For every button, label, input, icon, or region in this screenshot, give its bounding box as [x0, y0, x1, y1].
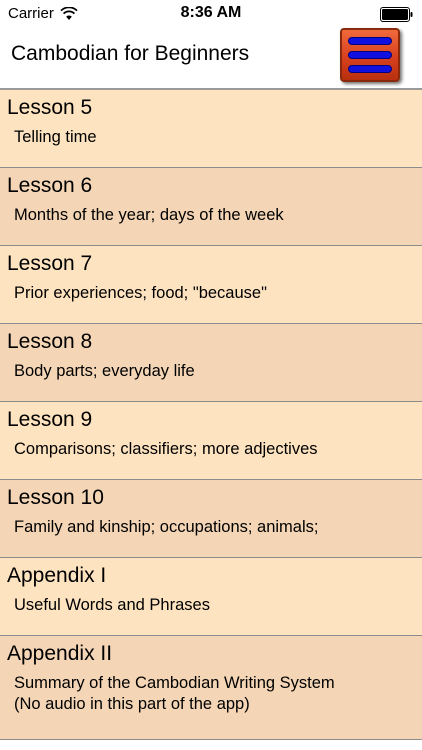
list-item-lesson-7[interactable]: Lesson 7 Prior experiences; food; "becau… [0, 246, 422, 324]
page-title: Cambodian for Beginners [11, 42, 250, 65]
lesson-description: Telling time [14, 128, 97, 146]
menu-bar-icon [348, 65, 392, 73]
lesson-description: Comparisons; classifiers; more adjective… [14, 440, 318, 458]
status-bar: Carrier 8:36 AM [0, 0, 422, 28]
lesson-description: Useful Words and Phrases [14, 596, 210, 614]
menu-bar-icon [348, 51, 392, 59]
menu-bar-icon [348, 37, 392, 45]
lesson-title: Lesson 9 [7, 408, 93, 431]
list-item-lesson-8[interactable]: Lesson 8 Body parts; everyday life [0, 324, 422, 402]
list-item-lesson-9[interactable]: Lesson 9 Comparisons; classifiers; more … [0, 402, 422, 480]
list-item-appendix-1[interactable]: Appendix I Useful Words and Phrases [0, 558, 422, 636]
menu-button[interactable] [340, 28, 400, 82]
lesson-title: Appendix I [7, 564, 107, 587]
lesson-description: Body parts; everyday life [14, 362, 195, 380]
nav-bar: Cambodian for Beginners [0, 28, 422, 88]
list-item-appendix-2[interactable]: Appendix II Summary of the Cambodian Wri… [0, 636, 422, 740]
status-time: 8:36 AM [180, 4, 242, 21]
lesson-title: Lesson 10 [7, 486, 104, 509]
lesson-title: Lesson 5 [7, 96, 93, 119]
lesson-description: Prior experiences; food; "because" [14, 284, 267, 302]
lesson-title: Lesson 6 [7, 174, 93, 197]
lesson-title: Lesson 7 [7, 252, 93, 275]
battery-icon [380, 7, 413, 22]
lesson-list[interactable]: Lesson 5 Telling time Lesson 6 Months of… [0, 90, 422, 750]
lesson-title: Appendix II [7, 642, 113, 665]
lesson-description: Summary of the Cambodian Writing System … [14, 674, 335, 713]
lesson-description: Family and kinship; occupations; animals… [14, 518, 319, 536]
list-item-lesson-6[interactable]: Lesson 6 Months of the year; days of the… [0, 168, 422, 246]
list-item-lesson-10[interactable]: Lesson 10 Family and kinship; occupation… [0, 480, 422, 558]
lesson-title: Lesson 8 [7, 330, 93, 353]
list-item-lesson-5[interactable]: Lesson 5 Telling time [0, 90, 422, 168]
lesson-description: Months of the year; days of the week [14, 206, 284, 224]
